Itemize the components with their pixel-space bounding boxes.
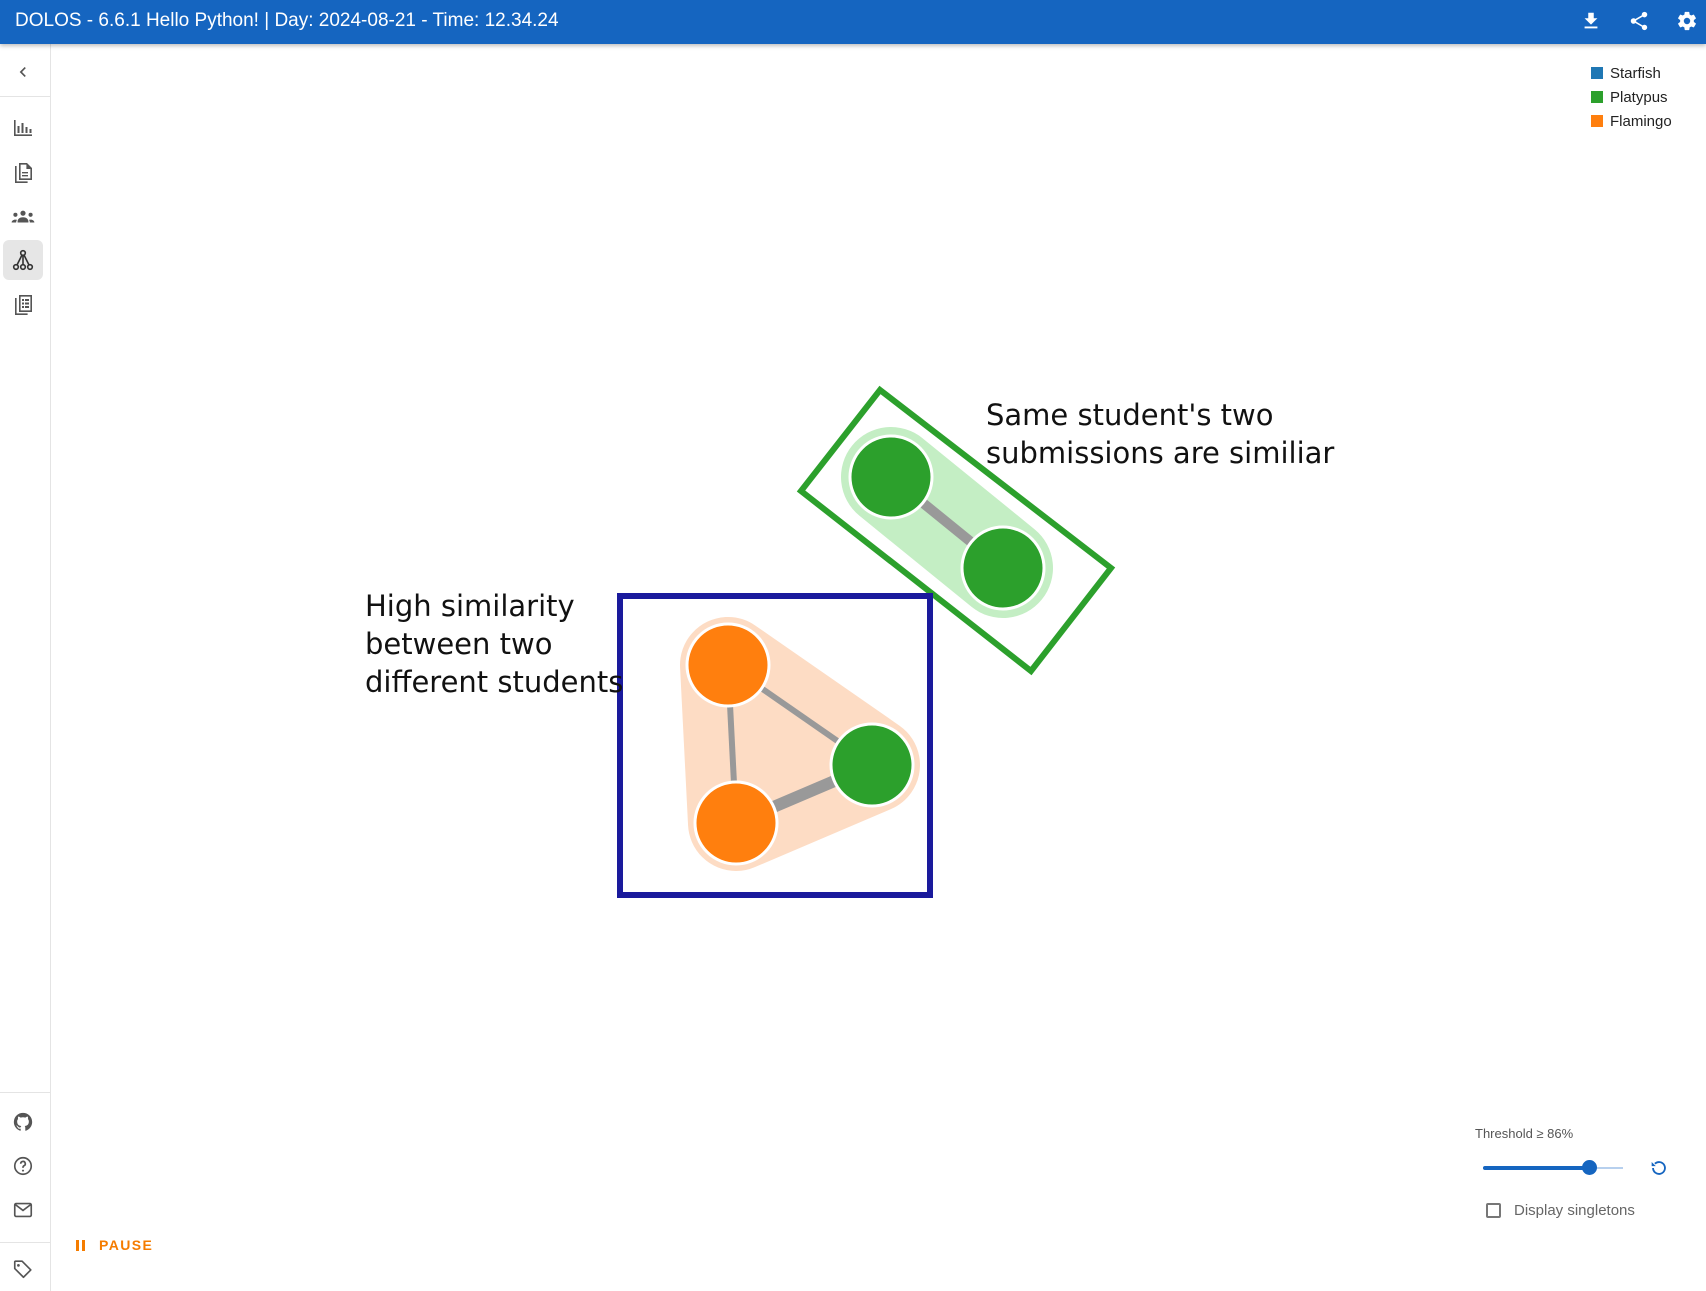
annotation-line: submissions are similiar [986,436,1335,470]
annotation-line: between two [365,627,553,661]
annotation-line: different students [365,665,624,699]
display-singletons-label: Display singletons [1514,1202,1635,1219]
submission-node[interactable] [693,780,779,866]
threshold-slider[interactable] [1483,1158,1623,1178]
display-singletons-checkbox[interactable] [1486,1203,1501,1218]
pause-icon [76,1239,88,1251]
submission-node[interactable] [960,525,1046,611]
gear-icon [1678,11,1696,31]
slider-thumb[interactable] [1582,1160,1598,1175]
submission-node[interactable] [848,434,934,520]
reset-threshold-button[interactable] [1645,1154,1673,1182]
pause-label: PAUSE [99,1237,154,1253]
display-singletons-toggle[interactable]: Display singletons [1486,1202,1635,1219]
annotation-line: Same student's two [986,398,1274,432]
settings-button[interactable] [1672,6,1702,36]
restore-icon [1651,1161,1666,1175]
app-bar: DOLOS - 6.6.1 Hello Python! | Day: 2024-… [0,0,1706,44]
annotation-line: High similarity [365,589,575,623]
share-button[interactable] [1624,6,1654,36]
submission-node[interactable] [829,722,915,808]
threshold-label: Threshold ≥ 86% [1475,1126,1574,1141]
download-button[interactable] [1576,6,1606,36]
pause-button[interactable]: PAUSE [76,1233,153,1257]
annotation-different-students: High similarity between two different st… [365,587,623,701]
app-title: DOLOS - 6.6.1 Hello Python! | Day: 2024-… [15,10,559,31]
graph-canvas[interactable] [0,0,1706,1291]
share-icon [1630,11,1648,31]
download-icon [1584,12,1598,29]
submission-node[interactable] [685,622,771,708]
slider-fill [1483,1166,1590,1170]
cluster-mixed [680,617,920,871]
annotation-same-student: Same student's two submissions are simil… [986,396,1334,472]
